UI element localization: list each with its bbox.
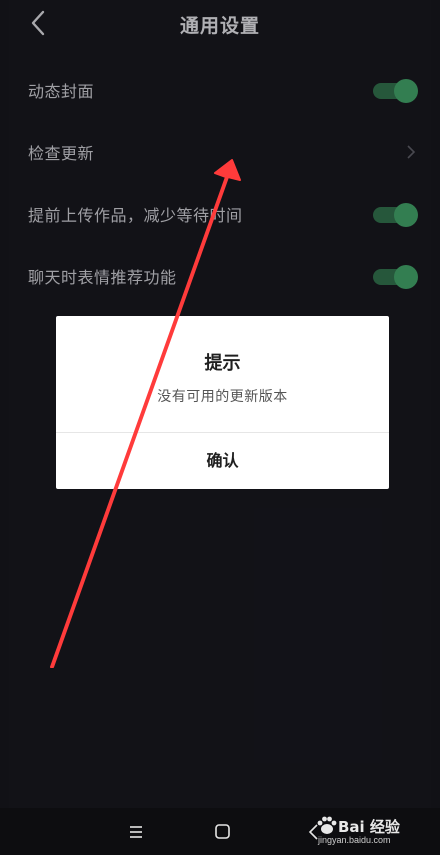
menu-icon bbox=[130, 826, 142, 838]
home-button[interactable] bbox=[208, 820, 238, 844]
menu-button[interactable] bbox=[122, 820, 152, 844]
home-icon bbox=[215, 824, 230, 839]
system-nav-bar: Bai 经验 jingyan.baidu.com bbox=[0, 808, 440, 855]
dialog-message: 没有可用的更新版本 bbox=[157, 389, 288, 405]
paw-logo-icon bbox=[317, 816, 337, 834]
watermark-brand: Bai 经验 bbox=[338, 818, 400, 836]
confirm-button[interactable]: 确认 bbox=[56, 433, 389, 489]
alert-dialog: 提示 没有可用的更新版本 确认 bbox=[56, 316, 389, 489]
dialog-title: 提示 bbox=[204, 353, 241, 374]
settings-screen: 通用设置 动态封面 检查更新 提前上传作品，减少等待时间 聊天时表情推荐功能 提… bbox=[9, 0, 431, 808]
baidu-jingyan-watermark: Bai 经验 jingyan.baidu.com bbox=[292, 814, 412, 850]
watermark-url: jingyan.baidu.com bbox=[318, 835, 391, 845]
